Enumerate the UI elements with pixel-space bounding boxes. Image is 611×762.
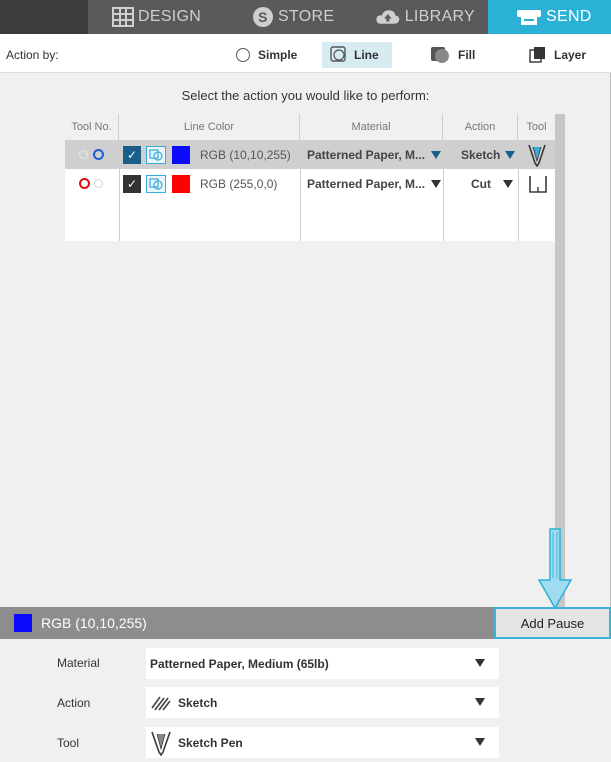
tool-label: Tool xyxy=(57,736,80,750)
material-value: Patterned Paper, M... xyxy=(307,176,426,191)
column-divider xyxy=(443,140,444,241)
main-panel: Select the action you would like to perf… xyxy=(0,73,611,607)
tab-library[interactable]: LIBRARY xyxy=(375,0,475,34)
material-dropdown-value: Patterned Paper, Medium (65lb) xyxy=(150,656,329,671)
table-row[interactable]: ✓ RGB (10,10,255) Patterned Paper, M... … xyxy=(65,140,555,169)
svg-text:S: S xyxy=(258,9,268,25)
cloud-library-icon xyxy=(376,10,400,24)
tool-no-cell[interactable] xyxy=(79,140,119,169)
fill-icon xyxy=(431,47,449,63)
tool-cell xyxy=(527,140,555,169)
mode-layer-label: Layer xyxy=(554,48,587,62)
arrow-down-icon xyxy=(537,528,573,610)
tab-send-label: SEND xyxy=(546,8,592,25)
action-prompt: Select the action you would like to perf… xyxy=(181,88,430,103)
tool-1-dot-active xyxy=(79,178,90,189)
dropdown-triangle-icon[interactable] xyxy=(503,179,513,188)
tool-no-cell[interactable] xyxy=(79,169,119,198)
selected-color-bar: RGB (10,10,255) Add Pause xyxy=(0,607,611,639)
tool-dropdown[interactable]: Sketch Pen xyxy=(146,727,499,758)
column-divider xyxy=(119,140,120,241)
header-tool: Tool xyxy=(526,121,547,133)
dropdown-triangle-icon[interactable] xyxy=(431,150,442,159)
checkbox-checked-icon[interactable]: ✓ xyxy=(123,145,141,164)
tab-store[interactable]: S STORE xyxy=(252,0,342,34)
sketch-icon xyxy=(151,696,171,710)
material-dropdown[interactable]: Patterned Paper, Medium (65lb) xyxy=(146,648,499,679)
action-dropdown-value: Sketch xyxy=(178,695,218,710)
tab-design[interactable]: DESIGN xyxy=(112,0,212,34)
header-action: Action xyxy=(443,114,518,140)
dropdown-triangle-icon[interactable] xyxy=(431,179,442,188)
material-cell[interactable]: Patterned Paper, M... xyxy=(307,169,443,198)
line-icon xyxy=(330,46,346,62)
radio-icon xyxy=(236,48,250,62)
top-nav: DESIGN S STORE LIBRARY SEND xyxy=(0,0,611,34)
mode-fill-label: Fill xyxy=(458,48,476,62)
sketch-pen-icon xyxy=(151,731,171,756)
mode-simple[interactable]: Simple xyxy=(236,42,306,68)
mode-simple-label: Simple xyxy=(258,48,298,62)
selected-color-swatch xyxy=(14,614,32,632)
line-color-cell[interactable]: ✓ RGB (255,0,0) xyxy=(123,169,300,198)
action-cell[interactable]: Cut xyxy=(471,169,518,198)
rgb-value: RGB (255,0,0) xyxy=(200,176,278,191)
material-cell[interactable]: Patterned Paper, M... xyxy=(307,140,443,169)
design-grid-icon xyxy=(112,7,134,27)
tool-dropdown-value: Sketch Pen xyxy=(178,735,243,750)
properties-panel: Material Patterned Paper, Medium (65lb) … xyxy=(0,639,611,762)
action-cell[interactable]: Sketch xyxy=(461,140,518,169)
selected-color-label: RGB (10,10,255) xyxy=(41,615,147,631)
line-color-cell[interactable]: ✓ RGB (10,10,255) xyxy=(123,140,300,169)
link-icon[interactable] xyxy=(146,145,166,164)
header-tool-no: Tool No. xyxy=(65,114,119,140)
action-table: Tool No. Line Color Material Action Tool… xyxy=(65,114,555,241)
header-material: Material xyxy=(300,114,443,140)
tab-library-label: LIBRARY xyxy=(404,8,475,25)
action-by-label: Action by: xyxy=(6,48,59,62)
tool-2-dot xyxy=(94,179,103,188)
checkbox-checked-icon[interactable]: ✓ xyxy=(123,174,141,193)
color-swatch xyxy=(172,145,190,164)
tab-design-label: DESIGN xyxy=(138,8,202,25)
tool-1-dot xyxy=(79,150,88,159)
action-dropdown[interactable]: Sketch xyxy=(146,687,499,718)
tool-cell xyxy=(527,169,555,198)
send-cutter-icon xyxy=(517,10,541,25)
mode-layer[interactable]: Layer xyxy=(528,42,598,68)
rgb-value: RGB (10,10,255) xyxy=(200,147,291,162)
chevron-down-icon[interactable] xyxy=(475,698,485,706)
store-s-icon: S xyxy=(253,7,273,27)
tool-2-dot-active xyxy=(93,149,104,160)
chevron-down-icon[interactable] xyxy=(475,738,485,746)
sketch-pen-icon xyxy=(528,144,546,167)
mode-line-label: Line xyxy=(354,48,379,62)
nav-left-area xyxy=(0,0,88,34)
add-pause-button[interactable]: Add Pause xyxy=(494,607,611,639)
column-divider xyxy=(518,140,519,241)
chevron-down-icon[interactable] xyxy=(475,659,485,667)
action-label: Action xyxy=(57,696,91,710)
link-icon[interactable] xyxy=(146,174,166,193)
table-row[interactable]: ✓ RGB (255,0,0) Patterned Paper, M... Cu… xyxy=(65,169,555,198)
table-header: Tool No. Line Color Material Action Tool xyxy=(65,114,555,140)
action-value: Cut xyxy=(471,176,491,191)
mode-line[interactable]: Line xyxy=(322,42,392,68)
material-label: Material xyxy=(57,656,100,670)
header-line-color: Line Color xyxy=(119,114,300,140)
column-divider xyxy=(300,140,301,241)
color-swatch xyxy=(172,174,190,193)
blade-icon xyxy=(529,175,547,193)
tab-store-label: STORE xyxy=(278,8,335,25)
material-value: Patterned Paper, M... xyxy=(307,147,426,162)
action-by-bar: Action by: Simple Line Fill Layer xyxy=(0,34,611,73)
layer-icon xyxy=(529,47,545,63)
mode-fill[interactable]: Fill xyxy=(430,42,490,68)
action-value: Sketch xyxy=(461,147,501,162)
dropdown-triangle-icon[interactable] xyxy=(505,150,516,159)
tab-send[interactable]: SEND xyxy=(488,0,611,34)
